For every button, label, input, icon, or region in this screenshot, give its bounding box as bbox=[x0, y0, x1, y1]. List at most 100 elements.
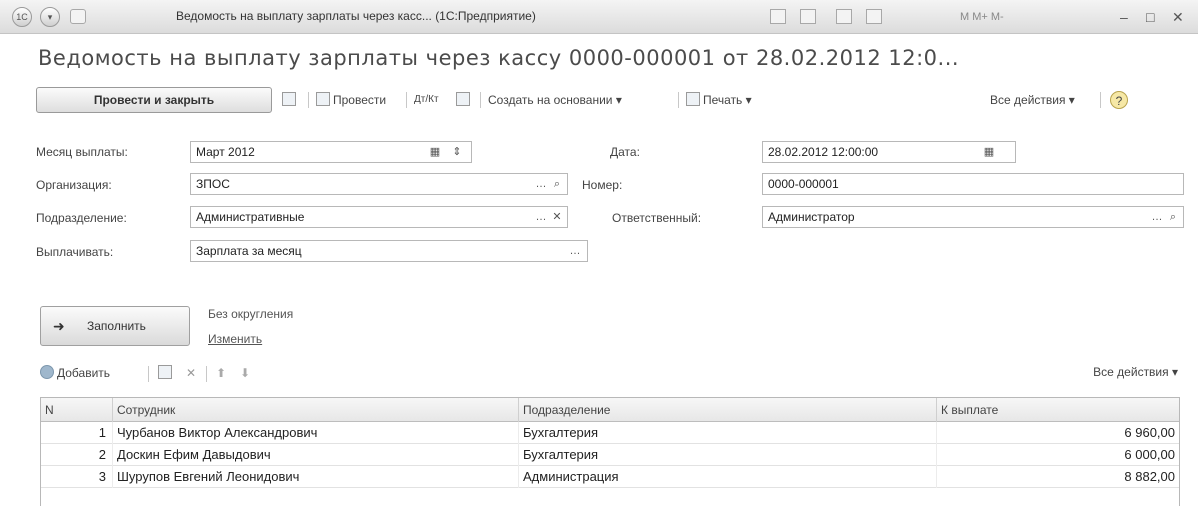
responsible-label: Ответственный: bbox=[612, 211, 702, 225]
all-actions-button[interactable]: Все действия ▾ bbox=[990, 91, 1075, 109]
copy-icon[interactable] bbox=[158, 364, 175, 382]
table-row[interactable]: 1 Чурбанов Виктор Александрович Бухгалте… bbox=[41, 422, 1179, 444]
move-up-icon[interactable]: ⬆ bbox=[216, 364, 226, 382]
select-icon[interactable]: … bbox=[1149, 207, 1165, 227]
amount-cell: 8 882,00 bbox=[1124, 469, 1175, 484]
move-down-icon[interactable]: ⬇ bbox=[240, 364, 250, 382]
pay-type-field[interactable]: Зарплата за месяц … bbox=[190, 240, 588, 262]
delete-icon[interactable]: ✕ bbox=[186, 364, 196, 382]
chevron-down-icon[interactable]: ▾ bbox=[40, 7, 60, 27]
document-toolbar: Провести и закрыть Провести Дт/Кт Создат… bbox=[36, 87, 1186, 115]
rounding-text: Без округления bbox=[208, 307, 294, 321]
month-value: Март 2012 bbox=[196, 145, 255, 159]
cancel-posting-icon[interactable]: Дт/Кт bbox=[414, 91, 439, 109]
toolbar-separator bbox=[480, 92, 481, 108]
post-label: Провести bbox=[333, 93, 387, 107]
change-rounding-link[interactable]: Изменить bbox=[208, 332, 262, 346]
department-field[interactable]: Административные … ✕ bbox=[190, 206, 568, 228]
app-logo-text: 1С bbox=[16, 12, 28, 22]
row-number: 3 bbox=[41, 466, 113, 488]
calendar-icon[interactable] bbox=[836, 9, 852, 24]
toolbar-separator bbox=[406, 92, 407, 108]
select-icon[interactable]: … bbox=[533, 174, 549, 194]
fill-label: Заполнить bbox=[87, 319, 146, 333]
open-icon[interactable]: ⌕ bbox=[1165, 207, 1181, 227]
window-titlebar: 1С ▾ Ведомость на выплату зарплаты через… bbox=[0, 0, 1198, 34]
post-icon bbox=[316, 92, 330, 106]
department-cell: Бухгалтерия bbox=[519, 444, 937, 466]
employee-cell: Шурупов Евгений Леонидович bbox=[113, 466, 519, 488]
date-field[interactable]: 28.02.2012 12:00:00 ▦ bbox=[762, 141, 1016, 163]
department-value: Административные bbox=[196, 210, 305, 224]
select-icon[interactable]: … bbox=[567, 241, 583, 261]
responsible-value: Администратор bbox=[768, 210, 855, 224]
payroll-table: N Сотрудник Подразделение К выплате 1 Чу… bbox=[40, 397, 1180, 506]
save-icon[interactable] bbox=[282, 91, 299, 109]
calendar-icon[interactable]: ▦ bbox=[427, 142, 443, 162]
favorite-icon[interactable] bbox=[800, 9, 816, 24]
spin-icon[interactable]: ⇕ bbox=[449, 142, 465, 162]
employee-cell: Чурбанов Виктор Александрович bbox=[113, 422, 519, 444]
column-header-amount[interactable]: К выплате bbox=[937, 398, 1181, 422]
arrow-right-icon: ➜ bbox=[53, 318, 65, 334]
department-cell: Бухгалтерия bbox=[519, 422, 937, 444]
post-and-close-button[interactable]: Провести и закрыть bbox=[36, 87, 272, 113]
toolbar-separator bbox=[678, 92, 679, 108]
pay-type-value: Зарплата за месяц bbox=[196, 244, 302, 258]
fill-button[interactable]: ➜ Заполнить bbox=[40, 306, 190, 346]
organization-label: Организация: bbox=[36, 178, 112, 192]
month-label: Месяц выплаты: bbox=[36, 145, 128, 159]
toolbar-separator bbox=[206, 366, 207, 382]
number-label: Номер: bbox=[582, 178, 623, 192]
responsible-field[interactable]: Администратор … ⌕ bbox=[762, 206, 1184, 228]
table-row[interactable]: 2 Доскин Ефим Давыдович Бухгалтерия 6 00… bbox=[41, 444, 1179, 466]
amount-cell: 6 960,00 bbox=[1124, 425, 1175, 440]
add-label: Добавить bbox=[57, 366, 111, 380]
link-icon[interactable] bbox=[770, 9, 786, 24]
amount-cell: 6 000,00 bbox=[1124, 447, 1175, 462]
home-icon[interactable] bbox=[70, 9, 86, 24]
column-header-n[interactable]: N bbox=[41, 398, 113, 422]
number-value: 0000-000001 bbox=[768, 177, 839, 191]
department-cell: Администрация bbox=[519, 466, 937, 488]
toolbar-separator bbox=[308, 92, 309, 108]
table-all-actions-button[interactable]: Все действия ▾ bbox=[1093, 365, 1178, 379]
memory-icon[interactable]: M M+ M- bbox=[960, 8, 1004, 26]
printer-icon bbox=[686, 92, 700, 106]
select-icon[interactable]: … bbox=[533, 207, 549, 227]
employee-cell: Доскин Ефим Давыдович bbox=[113, 444, 519, 466]
calculator-icon[interactable] bbox=[866, 9, 882, 24]
print-label: Печать ▾ bbox=[703, 93, 752, 107]
document-title: Ведомость на выплату зарплаты через касс… bbox=[38, 46, 960, 70]
help-icon[interactable]: ? bbox=[1110, 91, 1128, 109]
create-based-on-button[interactable]: Создать на основании ▾ bbox=[488, 91, 622, 109]
number-field[interactable]: 0000-000001 bbox=[762, 173, 1184, 195]
structure-icon[interactable] bbox=[456, 91, 473, 109]
month-field[interactable]: Март 2012 ▦ ⇕ bbox=[190, 141, 472, 163]
department-label: Подразделение: bbox=[36, 211, 127, 225]
restore-icon[interactable]: □ bbox=[1146, 8, 1154, 26]
date-value: 28.02.2012 12:00:00 bbox=[768, 145, 879, 159]
minimize-icon[interactable]: – bbox=[1120, 8, 1128, 26]
print-button[interactable]: Печать ▾ bbox=[686, 91, 752, 109]
add-row-button[interactable]: Добавить bbox=[40, 364, 110, 382]
close-icon[interactable]: ✕ bbox=[1172, 8, 1184, 26]
toolbar-separator bbox=[148, 366, 149, 382]
organization-field[interactable]: ЗПОС … ⌕ bbox=[190, 173, 568, 195]
row-number: 1 bbox=[41, 422, 113, 444]
post-button[interactable]: Провести bbox=[316, 91, 386, 109]
table-header: N Сотрудник Подразделение К выплате bbox=[41, 398, 1179, 422]
table-row[interactable]: 3 Шурупов Евгений Леонидович Администрац… bbox=[41, 466, 1179, 488]
window-title: Ведомость на выплату зарплаты через касс… bbox=[176, 9, 536, 23]
row-number: 2 bbox=[41, 444, 113, 466]
pay-type-label: Выплачивать: bbox=[36, 245, 114, 259]
plus-icon bbox=[40, 365, 54, 379]
open-icon[interactable]: ⌕ bbox=[549, 174, 565, 194]
calendar-icon[interactable]: ▦ bbox=[981, 142, 997, 162]
app-logo-icon[interactable]: 1С bbox=[12, 7, 32, 27]
toolbar-separator bbox=[1100, 92, 1101, 108]
column-header-employee[interactable]: Сотрудник bbox=[113, 398, 519, 422]
column-header-department[interactable]: Подразделение bbox=[519, 398, 937, 422]
date-label: Дата: bbox=[610, 145, 640, 159]
clear-icon[interactable]: ✕ bbox=[549, 207, 565, 227]
